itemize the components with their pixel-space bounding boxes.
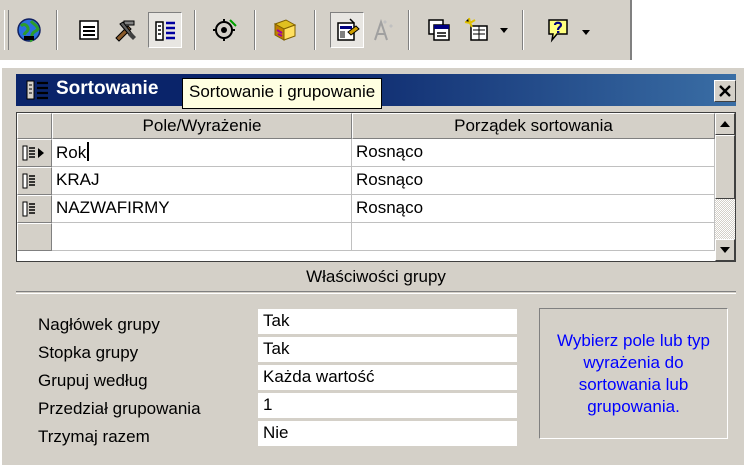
sort-grid: Pole/Wyrażenie Porządek sortowania Rok R…: [16, 112, 736, 262]
divider: [16, 293, 736, 294]
grid-corner: [17, 113, 52, 139]
toolbar-separator: [408, 10, 410, 50]
vertical-scrollbar[interactable]: [715, 113, 735, 261]
field-cell[interactable]: Rok: [52, 139, 352, 167]
globe-icon[interactable]: [12, 12, 46, 48]
field-cell[interactable]: NAZWAFIRMY: [52, 195, 352, 223]
property-label-group-interval: Przedział grupowania: [38, 399, 201, 418]
property-label-keep-together: Trzymaj razem: [38, 427, 150, 446]
property-value-group-header[interactable]: Tak: [258, 309, 517, 335]
order-cell[interactable]: Rosnąco: [352, 167, 715, 195]
toolbar-separator: [56, 10, 58, 50]
scroll-up-button[interactable]: [715, 113, 735, 135]
sorting-grouping-icon[interactable]: [148, 12, 182, 48]
help-dropdown-arrow[interactable]: [580, 22, 592, 36]
grouping-row-icon: [22, 173, 35, 189]
group-properties-title: Właściwości grupy: [16, 264, 736, 292]
autoformat-icon[interactable]: [364, 12, 398, 48]
order-cell[interactable]: Rosnąco: [352, 139, 715, 167]
row-selector[interactable]: [17, 167, 52, 195]
code-icon[interactable]: [268, 12, 302, 48]
help-text-box: Wybierz pole lub typ wyrażenia do sortow…: [539, 308, 728, 439]
database-window-icon[interactable]: [422, 12, 456, 48]
field-cell[interactable]: [52, 223, 352, 251]
property-label-group-on: Grupuj według: [38, 371, 148, 390]
chevron-down-icon: [720, 247, 730, 253]
close-button[interactable]: [714, 80, 736, 102]
property-label-group-footer: Stopka grupy: [38, 343, 139, 362]
field-value: Rok: [56, 143, 87, 162]
new-object-icon[interactable]: [460, 12, 494, 48]
grouping-row-icon: [22, 145, 44, 161]
tooltip: Sortowanie i grupowanie: [182, 78, 383, 109]
field-cell[interactable]: KRAJ: [52, 167, 352, 195]
window-title: Sortowanie: [56, 78, 159, 99]
property-value-group-on[interactable]: Każda wartość: [258, 365, 517, 391]
close-icon: [719, 85, 731, 97]
toolbar-band: [0, 0, 632, 60]
sorting-grouping-icon: [26, 80, 48, 100]
row-selector[interactable]: [17, 223, 52, 251]
column-header-order[interactable]: Porządek sortowania: [352, 113, 715, 139]
field-list-icon[interactable]: [208, 12, 242, 48]
chevron-up-icon: [720, 121, 730, 127]
property-value-group-footer[interactable]: Tak: [258, 337, 517, 363]
toolbar-separator: [254, 10, 256, 50]
properties-icon[interactable]: [72, 12, 106, 48]
column-header-field[interactable]: Pole/Wyrażenie: [52, 113, 352, 139]
sorting-grouping-window: Sortowanie Pole/Wyrażenie Porządek sorto…: [0, 66, 744, 465]
toolbar-grip[interactable]: [4, 10, 9, 50]
property-label-group-header: Nagłówek grupy: [38, 315, 160, 334]
toolbar-separator: [314, 10, 316, 50]
help-icon[interactable]: [542, 12, 576, 48]
row-selector[interactable]: [17, 195, 52, 223]
new-object-dropdown-arrow[interactable]: [498, 22, 510, 36]
order-cell[interactable]: Rosnąco: [352, 195, 715, 223]
grouping-row-icon: [22, 201, 35, 217]
toolbar-separator: [522, 10, 524, 50]
scroll-thumb[interactable]: [715, 135, 735, 199]
property-value-group-interval[interactable]: 1: [258, 393, 517, 419]
toolbar-separator: [194, 10, 196, 50]
row-selector[interactable]: [17, 139, 52, 167]
build-icon[interactable]: [108, 12, 142, 48]
property-value-keep-together[interactable]: Nie: [258, 421, 517, 447]
toolbar: [0, 0, 744, 66]
toolbox-icon[interactable]: [330, 12, 364, 48]
order-cell[interactable]: [352, 223, 715, 251]
text-caret: [87, 142, 90, 161]
scroll-down-button[interactable]: [715, 239, 735, 261]
